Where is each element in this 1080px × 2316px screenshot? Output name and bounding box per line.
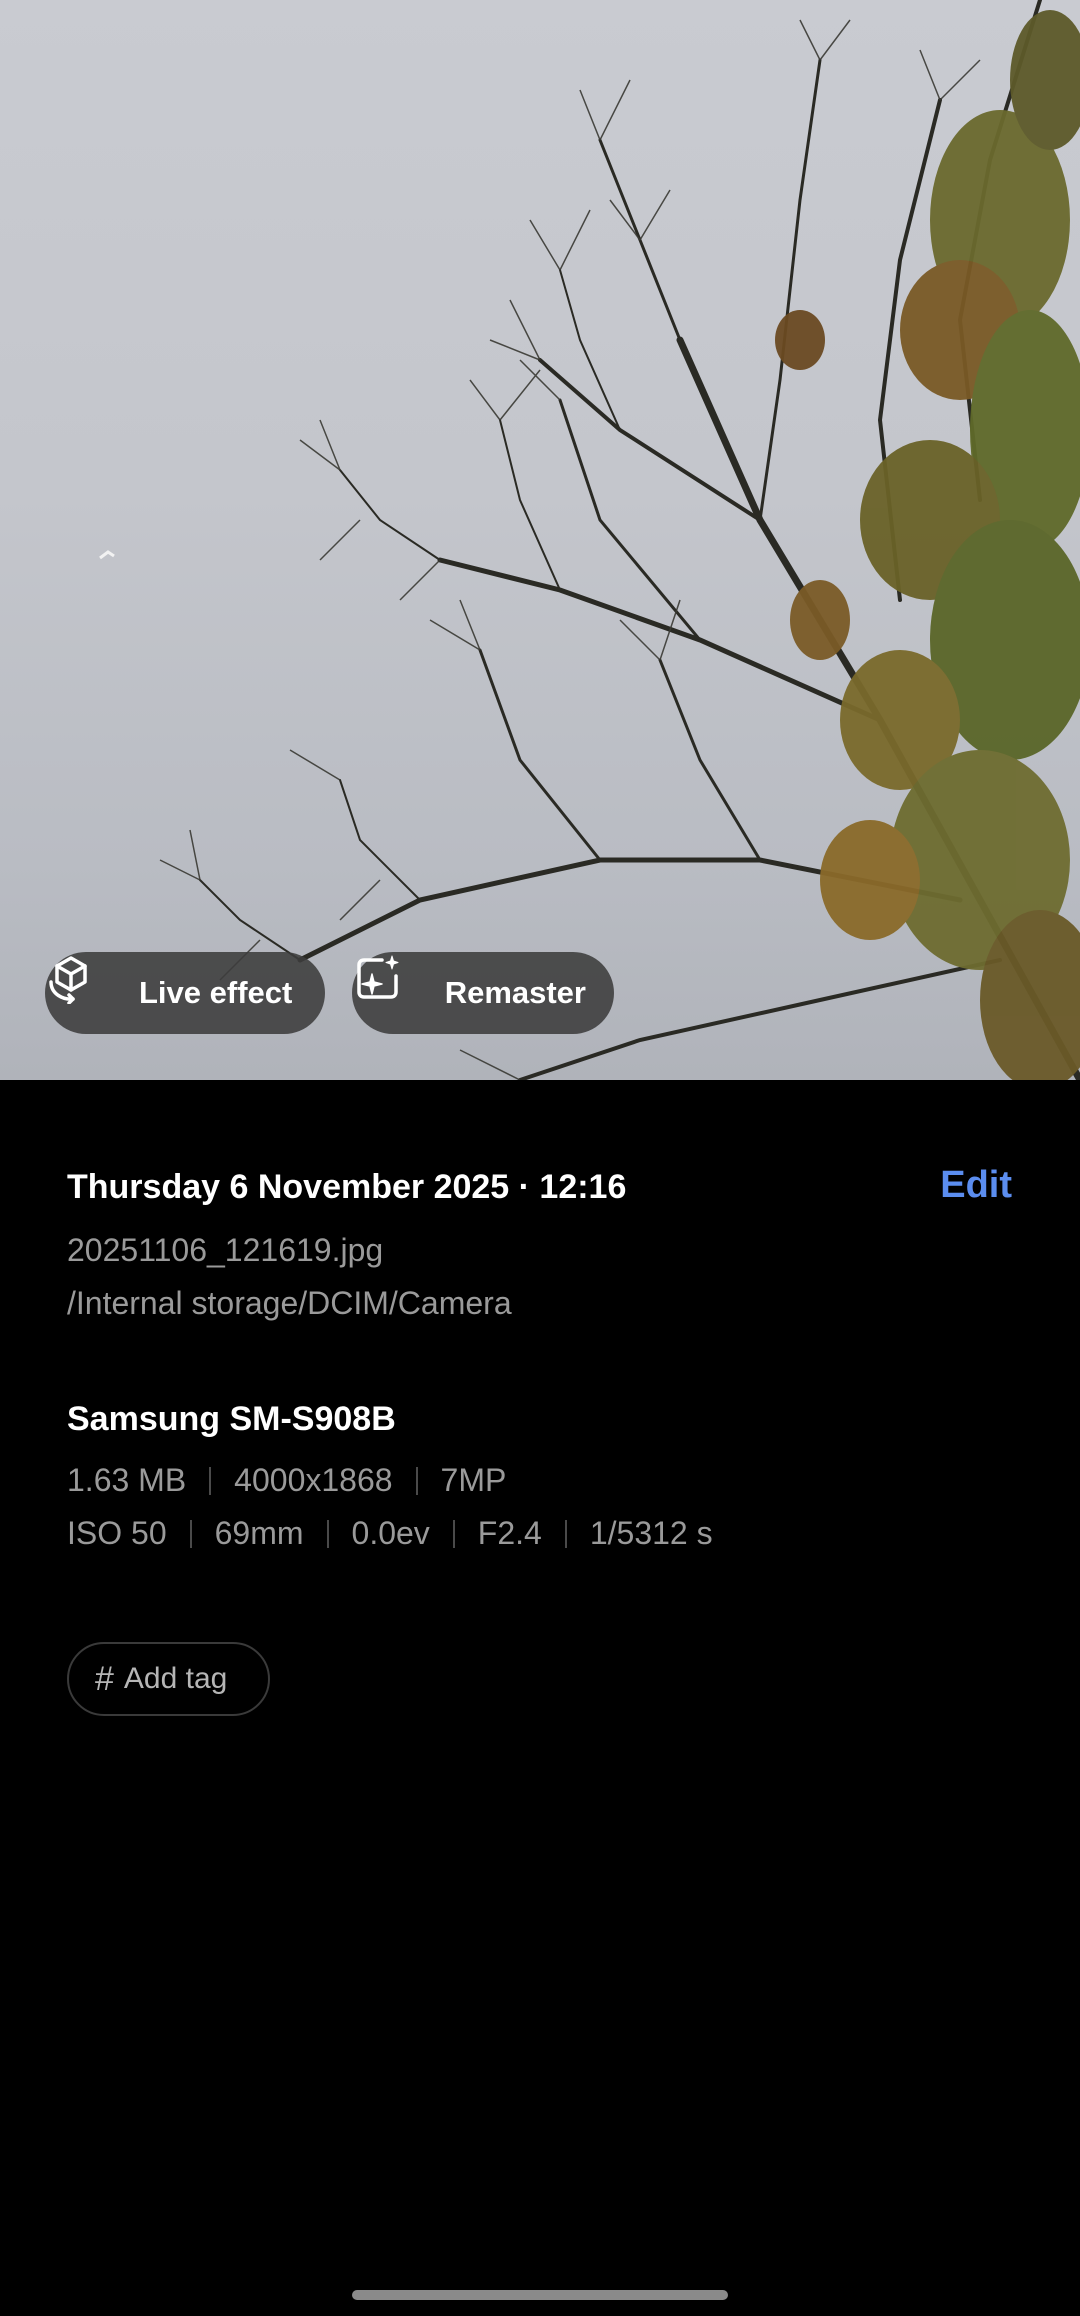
resolution: 4000x1868 [234, 1462, 393, 1498]
device-model: Samsung SM-S908B [67, 1400, 396, 1438]
remaster-label: Remaster [444, 975, 586, 1010]
remaster-button[interactable]: Remaster [352, 952, 614, 1034]
home-gesture-bar[interactable] [352, 2290, 728, 2300]
divider [326, 1519, 329, 1548]
megapixels: 7MP [440, 1462, 507, 1498]
file-size: 1.63 MB [67, 1462, 187, 1498]
file-info-row: 1.63 MB 4000x1868 7MP [67, 1462, 506, 1499]
divider [209, 1466, 212, 1495]
cube-rotate-icon [49, 956, 125, 1019]
divider [452, 1519, 455, 1548]
iso-value: ISO 50 [67, 1515, 167, 1551]
file-name: 20251106_121619.jpg [67, 1232, 384, 1268]
bird-speck [99, 550, 115, 560]
add-tag-label: Add tag [123, 1662, 228, 1695]
edit-details-button[interactable]: Edit [940, 1164, 1012, 1207]
photo-datetime: Thursday 6 November 2025 · 12:16 [67, 1168, 627, 1206]
camera-info-row: ISO 50 69mm 0.0ev F2.4 1/5312 s [67, 1515, 713, 1552]
file-path: /Internal storage/DCIM/Camera [67, 1285, 512, 1321]
photo-preview[interactable]: Live effect Remaster [0, 0, 1080, 1080]
aperture: F2.4 [477, 1515, 542, 1551]
tree-photo-image [99, 0, 1080, 1080]
exposure-value: 0.0ev [351, 1515, 430, 1551]
divider [415, 1466, 418, 1495]
divider [189, 1519, 192, 1548]
sparkle-frame-icon [357, 955, 431, 1019]
live-effect-label: Live effect [139, 975, 293, 1010]
hash-icon: # [95, 1659, 114, 1698]
shutter-speed: 1/5312 s [589, 1515, 713, 1551]
live-effect-button[interactable]: Live effect [45, 952, 325, 1034]
add-tag-button[interactable]: # Add tag [67, 1642, 270, 1716]
divider [564, 1519, 567, 1548]
focal-length: 69mm [214, 1515, 304, 1551]
